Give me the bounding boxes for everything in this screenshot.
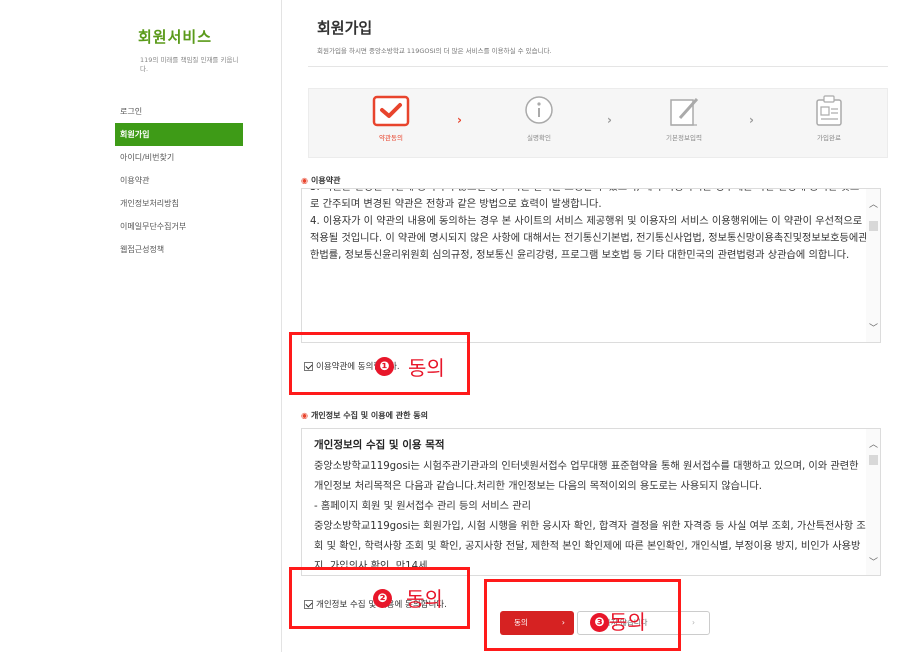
chevron-right-icon: › xyxy=(749,113,754,127)
sidebar-item-privacy-policy[interactable]: 개인정보처리방침 xyxy=(115,192,243,215)
privacy-scroll-box[interactable]: 개인정보의 수집 및 이용 목적 중앙소방학교119gosi는 시험주관기관과의… xyxy=(301,428,881,576)
step-label: 기본정보입력 xyxy=(666,134,702,142)
privacy-box-title: 개인정보의 수집 및 이용 목적 xyxy=(314,439,445,451)
annotation-label-2: 동의 xyxy=(406,587,443,611)
divider xyxy=(281,0,282,652)
scroll-up-icon[interactable]: ︿ xyxy=(869,197,878,210)
sidebar-item-terms[interactable]: 이용약관 xyxy=(115,169,243,192)
header-divider xyxy=(308,66,888,67)
terms-text: 3. 회원은 변경된 약관에 동의하지 않으실 경우 회원 탈퇴를 요청할 수 … xyxy=(310,189,868,261)
annotation-label-1: 동의 xyxy=(408,356,445,380)
scrollbar[interactable] xyxy=(866,429,880,575)
sidebar-item-find-account[interactable]: 아이디/비번찾기 xyxy=(115,146,243,169)
scrollbar[interactable] xyxy=(866,189,880,342)
page-title: 회원가입 xyxy=(317,19,373,37)
step-indicator: 약관동의 › 실명확인 › 기본정보입력 › 가입완료 xyxy=(308,88,888,158)
sidebar-menu: 로그인 회원가입 아이디/비번찾기 이용약관 개인정보처리방침 이메일무단수집거… xyxy=(115,100,243,261)
privacy-text: 중앙소방학교119gosi는 시험주관기관과의 인터넷원서접수 업무대행 표준협… xyxy=(314,461,866,572)
pencil-icon xyxy=(670,97,699,126)
info-icon xyxy=(525,96,553,124)
scroll-down-icon[interactable]: ﹀ xyxy=(869,321,878,334)
sidebar-title: 회원서비스 xyxy=(138,28,213,46)
annotation-label-3: 동의 xyxy=(609,610,646,634)
chevron-right-icon: › xyxy=(692,618,695,627)
privacy-heading: ◉ 개인정보 수집 및 이용에 관한 동의 xyxy=(301,411,428,420)
annotation-badge-3: ❸ xyxy=(590,613,609,632)
scroll-down-icon[interactable]: ﹀ xyxy=(869,555,878,568)
sidebar-item-accessibility[interactable]: 웹접근성정책 xyxy=(115,238,243,261)
step-verify: 실명확인 xyxy=(499,94,579,142)
chevron-right-icon: › xyxy=(607,113,612,127)
step-basic-info: 기본정보입력 xyxy=(644,94,724,142)
sidebar-item-login[interactable]: 로그인 xyxy=(115,100,243,123)
sidebar-item-email-refusal[interactable]: 이메일무단수집거부 xyxy=(115,215,243,238)
chevron-right-icon: › xyxy=(457,113,462,127)
terms-scroll-box[interactable]: 3. 회원은 변경된 약관에 동의하지 않으실 경우 회원 탈퇴를 요청할 수 … xyxy=(301,188,881,343)
terms-heading: ◉ 이용약관 xyxy=(301,176,341,185)
page-description: 회원가입을 하시면 중앙소방학교 119GOSI의 더 많은 서비스를 이용하실… xyxy=(317,47,552,55)
scrollbar-thumb[interactable] xyxy=(869,221,878,231)
scrollbar-thumb[interactable] xyxy=(869,455,878,465)
step-label: 약관동의 xyxy=(379,134,403,142)
id-card-icon xyxy=(816,95,842,126)
annotation-box-3 xyxy=(484,579,681,651)
step-complete: 가입완료 xyxy=(789,94,869,142)
annotation-badge-1: ❶ xyxy=(375,357,394,376)
scroll-up-icon[interactable]: ︿ xyxy=(869,437,878,450)
check-icon xyxy=(372,95,410,127)
bullet-icon: ◉ xyxy=(301,176,308,185)
sidebar-subtitle: 119의 미래를 책임질 인재를 키웁니다. xyxy=(140,56,239,73)
annotation-badge-2: ❷ xyxy=(373,589,392,608)
step-label: 실명확인 xyxy=(527,134,551,142)
step-label: 가입완료 xyxy=(817,134,841,142)
bullet-icon: ◉ xyxy=(301,411,308,420)
sidebar: 회원서비스 119의 미래를 책임질 인재를 키웁니다. 로그인 회원가입 아이… xyxy=(0,0,250,652)
step-terms: 약관동의 xyxy=(351,94,431,142)
sidebar-item-signup[interactable]: 회원가입 xyxy=(115,123,243,146)
